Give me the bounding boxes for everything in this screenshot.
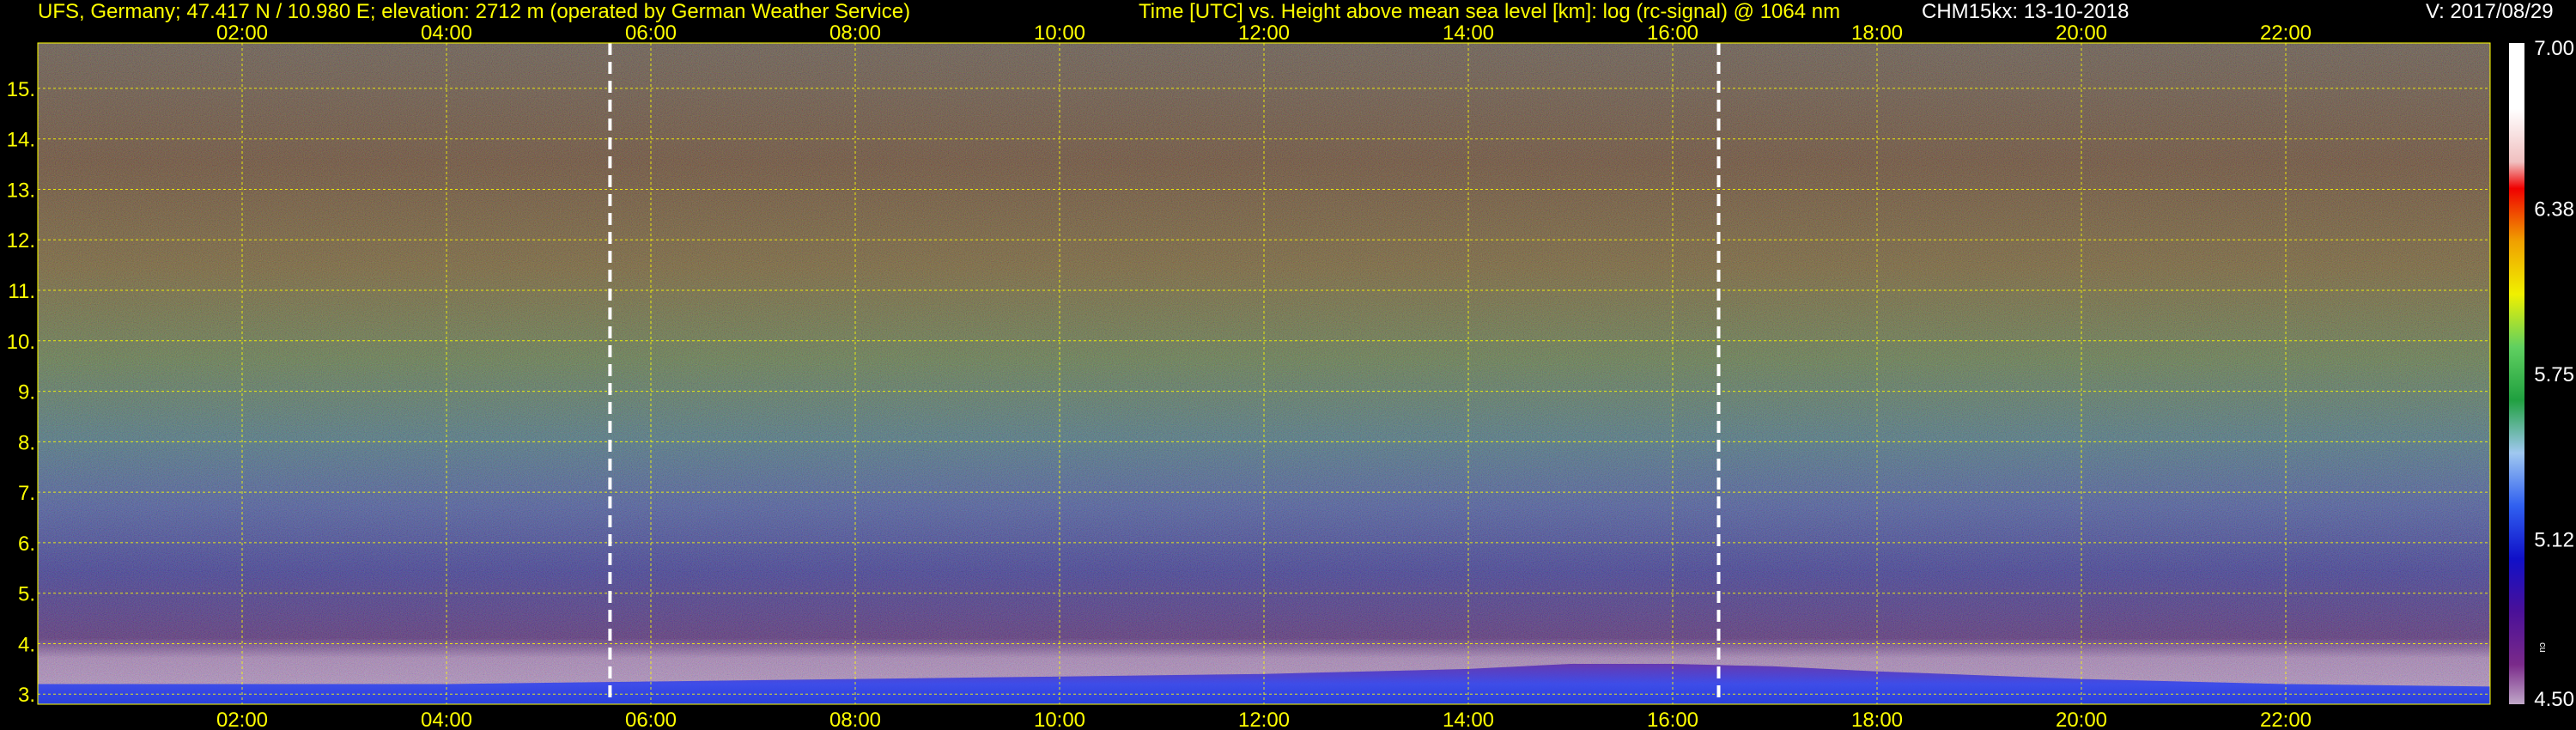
x-tick-label: 22:00 — [2260, 709, 2312, 730]
x-tick-label: 16:00 — [1647, 21, 1698, 45]
colorbar-tick-label: 6.38 — [2534, 198, 2574, 222]
x-tick-label: 04:00 — [421, 21, 472, 45]
y-tick-label: 11. — [8, 280, 35, 303]
colorbar-tick-label: 7.00 — [2534, 37, 2574, 60]
y-tick-label: 12. — [7, 229, 35, 252]
x-tick-label: 18:00 — [1851, 709, 1903, 730]
x-tick-label: 08:00 — [829, 21, 881, 45]
x-tick-label: 14:00 — [1443, 709, 1494, 730]
x-tick-label: 06:00 — [625, 709, 677, 730]
y-tick-label: 4. — [18, 634, 35, 657]
x-tick-label: 18:00 — [1851, 21, 1903, 45]
x-tick-label: 02:00 — [216, 709, 268, 730]
colorbar-tick-label: 4.50 — [2534, 688, 2574, 711]
x-tick-label: 02:00 — [216, 21, 268, 45]
x-tick-label: 12:00 — [1238, 709, 1290, 730]
x-axis-top: 02:00 04:00 06:00 08:00 10:00 12:00 14:00 16:00… — [216, 21, 2312, 45]
y-tick-label: 7. — [18, 482, 35, 505]
y-tick-label: 6. — [18, 532, 35, 556]
y-axis: 3. 4. 5. 6. 7. 8. 9. 10. 11. 12. 13. 14. 15. — [7, 78, 35, 707]
lidar-plot: 02:00 04:00 06:00 08:00 10:00 12:00 14:00 16:00… — [7, 21, 2574, 730]
x-tick-label: 08:00 — [829, 709, 881, 730]
x-tick-label: 20:00 — [2056, 709, 2107, 730]
y-tick-label: 15. — [7, 78, 35, 101]
x-axis-bottom: 02:00 04:00 06:00 08:00 10:00 12:00 14:00 16:00… — [216, 709, 2312, 730]
y-tick-label: 13. — [7, 179, 35, 203]
colorbar — [2509, 43, 2524, 704]
colorbar-small-label: cu — [2537, 642, 2548, 653]
x-tick-label: 14:00 — [1443, 21, 1494, 45]
y-tick-label: 14. — [7, 129, 35, 152]
y-tick-label: 10. — [7, 331, 35, 354]
x-tick-label: 06:00 — [625, 21, 677, 45]
x-tick-label: 12:00 — [1238, 21, 1290, 45]
colorbar-tick-label: 5.12 — [2534, 529, 2574, 552]
x-tick-label: 10:00 — [1034, 709, 1085, 730]
x-tick-label: 04:00 — [421, 709, 472, 730]
x-tick-label: 16:00 — [1647, 709, 1698, 730]
colorbar-ticks: 7.00 6.38 5.75 5.12 4.50 — [2534, 37, 2574, 711]
x-tick-label: 20:00 — [2056, 21, 2107, 45]
y-tick-label: 3. — [18, 684, 35, 707]
x-tick-label: 10:00 — [1034, 21, 1085, 45]
y-tick-label: 8. — [18, 431, 35, 454]
colorbar-tick-label: 5.75 — [2534, 363, 2574, 386]
y-tick-label: 9. — [18, 381, 35, 405]
y-tick-label: 5. — [18, 583, 35, 606]
x-tick-label: 22:00 — [2260, 21, 2312, 45]
